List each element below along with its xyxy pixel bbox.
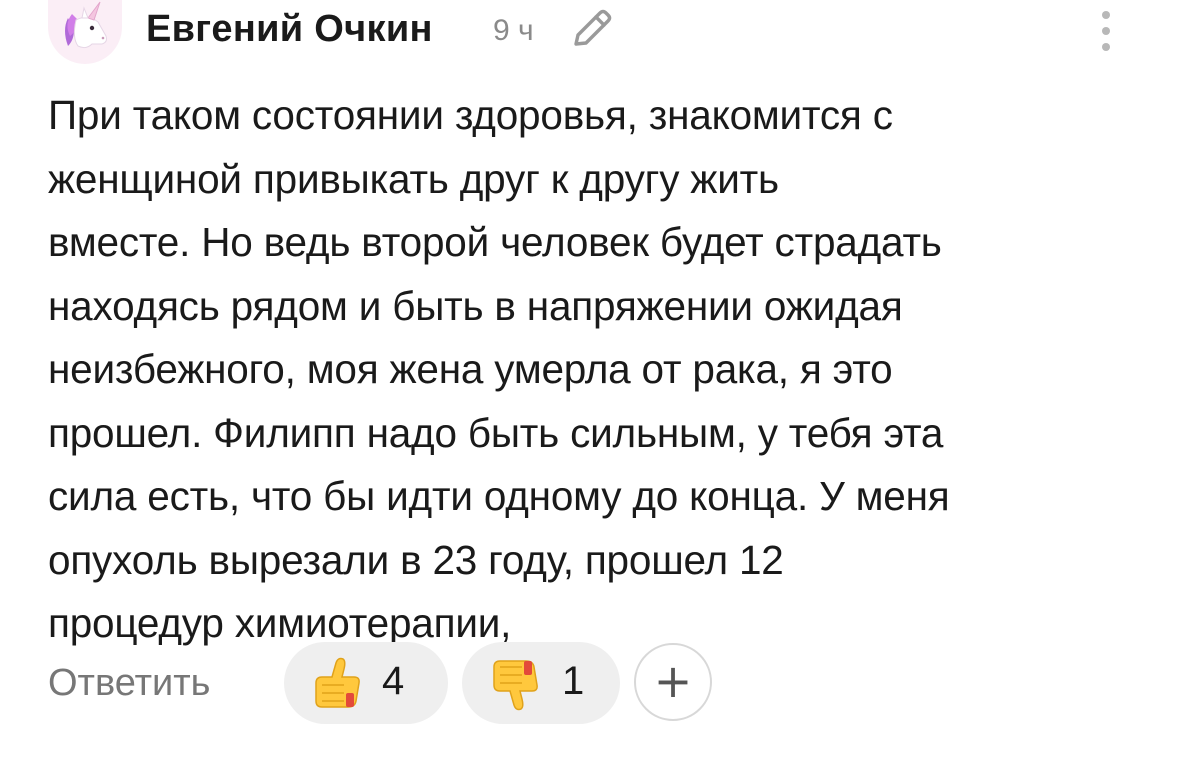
author-name[interactable]: Евгений Очкин [146,8,433,51]
more-vertical-icon[interactable] [1094,8,1118,54]
thumbs-up-icon [315,657,360,708]
reply-button[interactable]: Ответить [48,662,210,705]
comment-card: Евгений Очкин 9 ч При таком состоянии зд… [0,0,1179,759]
comment-time: 9 ч [493,14,534,47]
pencil-icon[interactable] [570,8,616,48]
like-count: 4 [382,659,405,703]
comment-text: При таком состоянии здоровья, знакомится… [48,92,950,646]
plus-icon: + [653,654,693,708]
add-reaction-button[interactable]: + [634,643,712,721]
dislike-count: 1 [562,659,585,703]
thumbs-down-icon [493,660,538,711]
comment-header: Евгений Очкин 9 ч [48,0,1138,64]
comment-actions: Ответить 4 1 + [48,642,748,724]
dislike-reaction-button[interactable]: 1 [462,642,620,724]
avatar[interactable] [48,0,122,64]
unicorn-avatar-icon [65,1,107,49]
like-reaction-button[interactable]: 4 [284,642,448,724]
